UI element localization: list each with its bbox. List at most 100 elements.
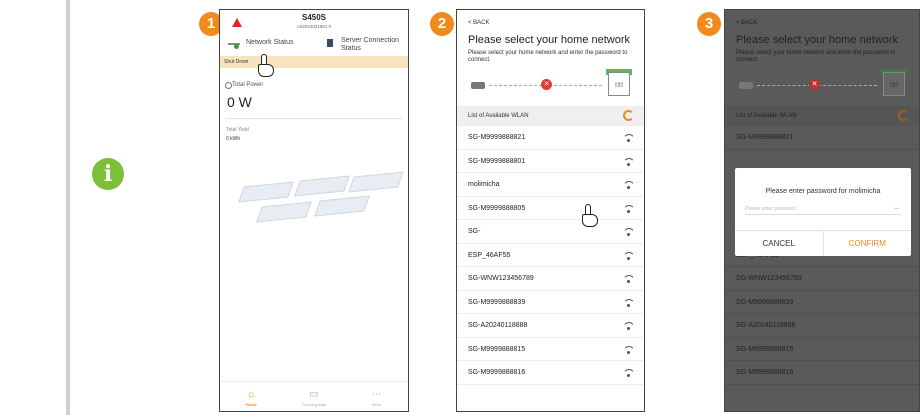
hide-password-icon[interactable]: ︶ bbox=[894, 205, 899, 217]
wlan-item[interactable]: SG-M9999888815 bbox=[457, 338, 644, 361]
wlan-item[interactable]: SG-M9999888839 bbox=[725, 291, 919, 314]
info-icon: i bbox=[92, 158, 124, 190]
wifi-icon bbox=[898, 275, 908, 283]
wlan-item[interactable]: SG-M9999888821 bbox=[457, 126, 644, 150]
wifi-icon bbox=[623, 205, 633, 213]
disconnected-icon: ✕ bbox=[809, 79, 820, 90]
wlan-list-header: List of Available WLAN bbox=[457, 106, 644, 126]
router-icon bbox=[739, 82, 753, 89]
confirm-button[interactable]: CONFIRM bbox=[824, 231, 912, 256]
wlan-item[interactable]: SG-M9999888805 bbox=[457, 197, 644, 220]
dialog-buttons: CANCEL CONFIRM bbox=[735, 230, 911, 256]
inverter-icon: ▯▯▯ bbox=[883, 72, 905, 96]
server-connection-status[interactable]: Server Connection Status bbox=[341, 37, 405, 53]
wlan-item[interactable]: SG-WNW123456789 bbox=[457, 267, 644, 291]
total-yield-value: 0 kWh bbox=[226, 136, 241, 142]
wifi-icon bbox=[623, 158, 633, 166]
wlan-item-name: SG-M9999888839 bbox=[468, 298, 526, 306]
wlan-item[interactable]: SG-M9999888821 bbox=[725, 126, 919, 150]
refresh-icon[interactable] bbox=[623, 110, 634, 121]
password-input[interactable]: Please enter password ︶ bbox=[745, 203, 901, 215]
wifi-icon bbox=[898, 134, 908, 142]
wlan-item-name: SG- bbox=[468, 228, 481, 235]
dialog-title: Please enter password for molimicha bbox=[765, 188, 881, 195]
tab-running-data-label: Running data bbox=[302, 402, 326, 407]
wifi-icon bbox=[623, 275, 633, 283]
network-ok-dot bbox=[234, 44, 239, 49]
cancel-button[interactable]: CANCEL bbox=[735, 231, 824, 256]
wlan-list-header: List of Available WLAN bbox=[725, 106, 919, 126]
page-description: Please select your home network and ente… bbox=[736, 50, 896, 63]
page-description: Please select your home network and ente… bbox=[468, 50, 628, 63]
wlan-item[interactable]: SG-M9999888816 bbox=[457, 361, 644, 385]
wlan-item-name: SG-M9999888839 bbox=[736, 298, 794, 306]
wlan-item[interactable]: SG-A20240118888 bbox=[725, 314, 919, 338]
wifi-icon bbox=[898, 322, 908, 330]
back-button[interactable]: < BACK bbox=[725, 10, 919, 26]
wlan-item[interactable]: SG-M9999888801 bbox=[457, 150, 644, 173]
back-button[interactable]: < BACK bbox=[457, 10, 644, 26]
wlan-list-header-label: List of Available WLAN bbox=[736, 113, 797, 119]
status-bar: Network Status Server Connection Status bbox=[220, 36, 408, 56]
router-icon bbox=[471, 82, 485, 89]
connection-diagram: ✕ ▯▯▯ bbox=[725, 69, 919, 106]
refresh-icon[interactable] bbox=[898, 110, 909, 121]
wlan-item-name: SG-M9999888821 bbox=[736, 134, 794, 141]
wlan-item-name: SG-A20240118888 bbox=[468, 322, 528, 329]
step-badge-3: 3 bbox=[697, 12, 721, 36]
wifi-icon bbox=[623, 346, 633, 354]
total-power-value: 0 W bbox=[227, 94, 252, 110]
password-placeholder: Please enter password bbox=[745, 206, 796, 212]
wlan-item-name: SG-M9999888805 bbox=[468, 204, 526, 212]
wifi-icon bbox=[623, 134, 633, 142]
total-power-label: Total Power bbox=[220, 68, 408, 89]
wifi-icon bbox=[623, 228, 633, 236]
tab-more-label: More bbox=[372, 402, 382, 407]
wlan-item[interactable]: SG-WNW123456789 bbox=[725, 267, 919, 291]
wifi-icon bbox=[623, 322, 633, 330]
monitor-icon: ▭ bbox=[309, 389, 319, 400]
wifi-icon bbox=[623, 252, 633, 260]
tab-home[interactable]: ⌂ Home bbox=[231, 389, 271, 408]
wlan-item[interactable]: SG-A20240118888 bbox=[457, 314, 644, 338]
password-dialog: Please enter password for molimicha Plea… bbox=[735, 168, 911, 256]
wlan-item-name: SG-M9999888816 bbox=[736, 369, 794, 376]
home-icon: ⌂ bbox=[248, 389, 255, 400]
disconnected-icon: ✕ bbox=[541, 79, 552, 90]
tab-home-label: Home bbox=[245, 402, 257, 407]
wlan-item-name: ESP_46AF55 bbox=[468, 251, 511, 259]
wlan-item-name: SG-A20240118888 bbox=[736, 322, 796, 329]
phone-screen-network-select: < BACK Please select your home network P… bbox=[456, 9, 645, 412]
device-name: S450S bbox=[301, 13, 327, 22]
wlan-item-name: molimicha bbox=[468, 181, 500, 188]
wlan-item[interactable]: ESP_46AF55 bbox=[457, 244, 644, 267]
bottom-tab-bar: ⌂ Home ▭ Running data ⋯ More bbox=[220, 381, 408, 411]
tab-more[interactable]: ⋯ More bbox=[357, 389, 397, 408]
wifi-lock-icon bbox=[623, 181, 633, 189]
tab-running-data[interactable]: ▭ Running data bbox=[294, 389, 334, 408]
server-icon bbox=[327, 39, 333, 47]
wlan-item-name: SG-M9999888801 bbox=[468, 157, 526, 165]
tap-hand-icon bbox=[581, 204, 599, 228]
wlan-item[interactable]: SG-M9999888839 bbox=[457, 291, 644, 314]
left-divider-bar bbox=[66, 0, 70, 415]
wlan-item[interactable]: SG-M9999888816 bbox=[725, 361, 919, 385]
wlan-item-name: SG-M9999888815 bbox=[468, 345, 526, 353]
device-header: S450S A02024021801 0 bbox=[220, 10, 408, 36]
inverter-icon: ▯▯▯ bbox=[608, 72, 630, 96]
network-status-button[interactable]: Network Status bbox=[246, 39, 293, 46]
more-icon: ⋯ bbox=[371, 389, 382, 400]
solar-panels-image bbox=[232, 171, 404, 234]
wlan-item[interactable]: SG-M9999888815 bbox=[725, 338, 919, 361]
wifi-icon bbox=[898, 369, 908, 377]
wifi-icon bbox=[898, 299, 908, 307]
phone-screen-home: S450S A02024021801 0 Network Status Serv… bbox=[219, 9, 409, 412]
step-badge-2: 2 bbox=[430, 12, 454, 36]
wlan-item[interactable]: molimicha bbox=[457, 173, 644, 197]
wlan-item[interactable]: SG- bbox=[457, 220, 644, 244]
wlan-item-name: SG-WNW123456789 bbox=[736, 275, 802, 282]
wlan-item-name: SG-WNW123456789 bbox=[468, 275, 534, 282]
page-title: Please select your home network bbox=[736, 34, 899, 46]
connection-diagram: ✕ ▯▯▯ bbox=[457, 69, 644, 106]
wlan-item-name: SG-M9999888815 bbox=[736, 345, 794, 353]
